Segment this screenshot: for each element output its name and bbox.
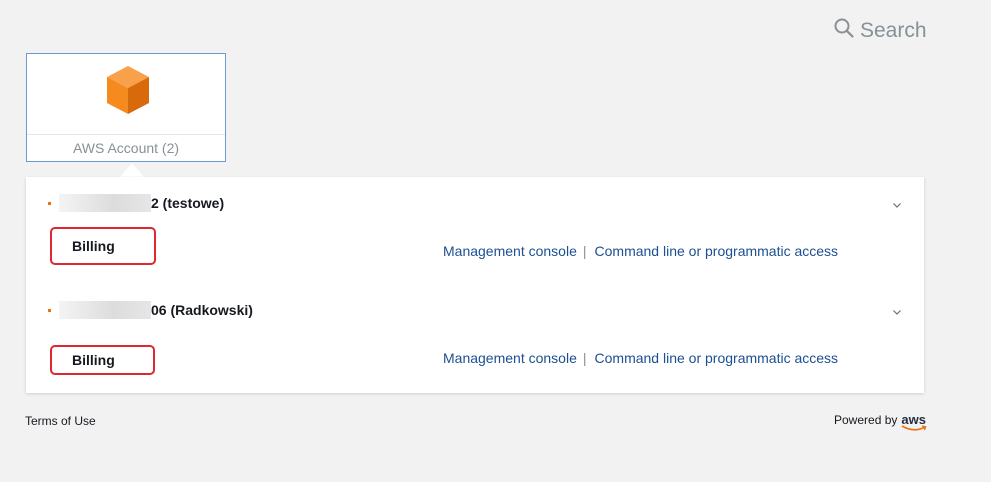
bullet-icon — [48, 201, 51, 205]
billing-role-link[interactable]: Billing — [50, 227, 156, 265]
powered-by-label: Powered by — [834, 412, 898, 427]
search-icon — [834, 18, 854, 43]
command-line-access-link[interactable]: Command line or programmatic access — [595, 243, 839, 259]
accounts-panel: 2 (testowe) Billing Management console |… — [26, 177, 924, 393]
aws-logo: aws — [901, 412, 927, 431]
chevron-down-icon[interactable] — [892, 197, 902, 208]
account-access-links: Management console | Command line or pro… — [443, 243, 838, 259]
account-header[interactable]: 06 (Radkowski) — [48, 301, 253, 319]
link-separator: | — [582, 243, 587, 259]
account-header[interactable]: 2 (testowe) — [48, 194, 224, 212]
billing-role-link[interactable]: Billing — [50, 345, 155, 375]
account-item: 2 (testowe) Billing Management console |… — [26, 177, 924, 277]
link-separator: | — [582, 350, 587, 366]
terms-of-use-link[interactable]: Terms of Use — [25, 414, 96, 428]
powered-by: Powered by aws — [834, 412, 927, 431]
chevron-down-icon[interactable] — [892, 304, 902, 315]
account-access-links: Management console | Command line or pro… — [443, 350, 838, 366]
management-console-link[interactable]: Management console — [443, 350, 577, 366]
account-item: 06 (Radkowski) Billing Management consol… — [26, 284, 924, 384]
account-name: 06 (Radkowski) — [151, 302, 253, 318]
redacted-account-id — [59, 194, 151, 212]
redacted-account-id — [59, 301, 151, 319]
command-line-access-link[interactable]: Command line or programmatic access — [595, 350, 839, 366]
account-name: 2 (testowe) — [151, 195, 225, 211]
tile-label: AWS Account (2) — [27, 134, 225, 161]
page: Search AWS Account (2) 2 (testowe) Billi… — [0, 0, 991, 482]
bullet-icon — [48, 308, 51, 312]
tile-pointer — [120, 163, 144, 177]
management-console-link[interactable]: Management console — [443, 243, 577, 259]
cube-icon — [105, 64, 151, 116]
search-label: Search — [860, 18, 927, 42]
aws-account-tile[interactable]: AWS Account (2) — [26, 53, 226, 162]
aws-smile-icon — [901, 425, 927, 431]
search-button[interactable]: Search — [834, 18, 927, 43]
